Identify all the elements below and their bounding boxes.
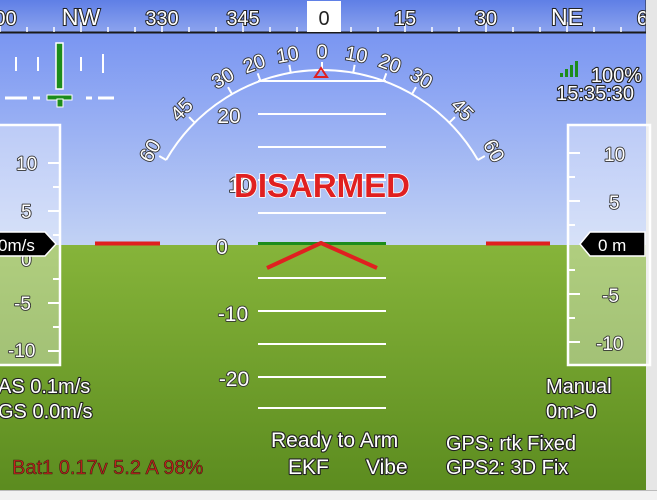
bottom-border xyxy=(0,490,657,500)
distance-to-home: 0m>0 xyxy=(546,401,597,423)
airspeed-readout: AS 0.1m/s xyxy=(0,376,90,398)
pitch-label: 20 xyxy=(217,105,240,128)
hud-canvas: 300NW33034501530NE60 6045302010010203045… xyxy=(0,0,657,500)
pitch-label: -10 xyxy=(218,303,248,326)
heading-label: NE xyxy=(551,4,583,30)
pitch-label: 0 xyxy=(216,236,228,259)
heading-label: 345 xyxy=(226,8,259,30)
roll-label: 10 xyxy=(275,43,301,69)
gps2-status: GPS2: 3D Fix xyxy=(446,457,568,479)
roll-label: 0 xyxy=(316,41,327,63)
heading-label: 0 xyxy=(318,8,329,30)
heading-label: 330 xyxy=(145,8,178,30)
flight-mode: Manual xyxy=(546,376,612,398)
sky xyxy=(0,0,657,245)
groundspeed-readout: GS 0.0m/s xyxy=(0,401,92,423)
clock-time: 15:35:30 xyxy=(556,83,634,105)
heading-label: NW xyxy=(62,4,101,30)
alt-tick: 5 xyxy=(609,193,620,214)
heading-label: 30 xyxy=(475,8,497,30)
roll-label: 10 xyxy=(343,43,369,69)
speed-tick: 10 xyxy=(16,154,37,175)
heading-tape: 300NW33034501530NE60 xyxy=(0,0,647,34)
heading-label: 300 xyxy=(0,8,17,30)
ekf-status[interactable]: EKF xyxy=(287,455,330,480)
pitch-label: -20 xyxy=(219,368,249,391)
battery-status: Bat1 0.17v 5.2 A 98% xyxy=(12,457,203,479)
gps-status: GPS: rtk Fixed xyxy=(446,433,576,455)
speed-tape: 10 5 0 -5 -10 0m/s xyxy=(0,123,62,367)
speed-tick: -10 xyxy=(8,341,35,362)
alt-tick: -5 xyxy=(602,286,619,307)
armed-status: DISARMED xyxy=(234,167,410,204)
heading-label: 15 xyxy=(394,8,416,30)
alt-tick: -10 xyxy=(596,334,623,355)
speed-current: 0m/s xyxy=(0,236,35,255)
alt-tick: 10 xyxy=(604,145,625,166)
speed-tick: 5 xyxy=(21,202,32,223)
vibe-status[interactable]: Vibe xyxy=(365,455,409,480)
hud-display: 300NW33034501530NE60 6045302010010203045… xyxy=(0,0,657,500)
ready-to-arm-status[interactable]: Ready to Arm xyxy=(270,428,399,453)
alt-current: 0 m xyxy=(598,236,626,255)
altitude-tape: 10 5 -5 -10 0 m xyxy=(566,123,652,367)
speed-tick: -5 xyxy=(14,294,31,315)
